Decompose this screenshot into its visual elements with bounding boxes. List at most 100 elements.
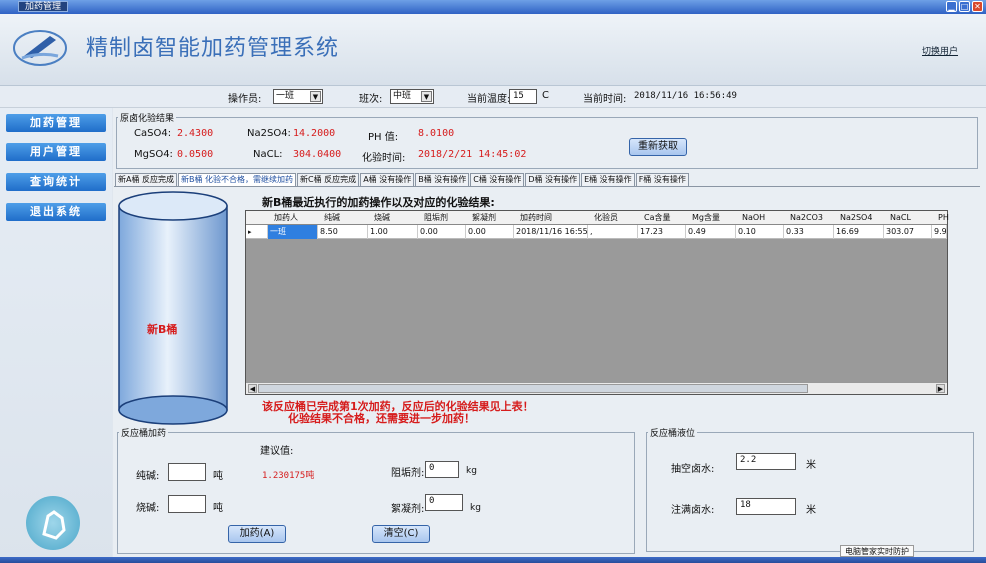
status-message-line2: 化验结果不合格，还需要进一步加药！ [288, 412, 475, 425]
col-header: Na2SO4 [840, 213, 873, 222]
col-header: 絮凝剂 [472, 213, 496, 222]
caustic-label: 烧碱: [136, 503, 160, 514]
maximize-icon[interactable]: □ [959, 1, 970, 12]
fill-unit: 米 [806, 505, 816, 516]
caso4-value: 2.4300 [177, 128, 214, 139]
col-header: 烧碱 [374, 213, 390, 222]
col-header: 化验员 [594, 213, 618, 222]
table-cell[interactable]: 一班 [268, 225, 318, 239]
scrollbar-thumb[interactable] [258, 384, 808, 393]
scroll-right-icon[interactable]: ▶ [936, 384, 945, 393]
switch-user-link[interactable]: 切换用户 [922, 44, 958, 57]
fill-input[interactable]: 18 [736, 498, 796, 515]
floc-input[interactable]: 0 [425, 494, 463, 511]
table-cell[interactable]: 16.69 [834, 225, 884, 239]
window-titlebar: 加药管理 ▁ □ ✕ [0, 0, 986, 14]
table-cell[interactable]: 0.00 [418, 225, 466, 239]
dropdown-arrow-icon: ▼ [421, 91, 432, 102]
tab-new-c[interactable]: 新C桶 反应完成 [297, 173, 360, 186]
tab-b[interactable]: B桶 没有操作 [415, 173, 470, 186]
tank-level-legend: 反应桶液位 [648, 426, 698, 439]
avatar [26, 496, 80, 550]
tab-d[interactable]: D桶 没有操作 [525, 173, 581, 186]
ph-value: 8.0100 [418, 128, 455, 139]
grid-horizontal-scrollbar[interactable]: ◀ ▶ [246, 382, 947, 394]
refresh-button[interactable]: 重新获取 [629, 138, 687, 156]
tab-new-a[interactable]: 新A桶 反应完成 [115, 173, 178, 186]
results-grid[interactable]: 加药人 纯碱 烧碱 阻垢剂 絮凝剂 加药时间 化验员 Ca含量 Mg含量 NaO… [245, 210, 949, 395]
caustic-input[interactable] [168, 495, 206, 513]
table-cell[interactable]: 2018/11/16 16:55 [514, 225, 588, 239]
current-time-value: 2018/11/16 16:56:49 [634, 91, 737, 101]
table-cell[interactable]: 1.00 [368, 225, 418, 239]
antiscale-input[interactable]: 0 [425, 461, 459, 478]
table-cell[interactable]: 17.23 [638, 225, 686, 239]
antiscale-label: 阻垢剂: [391, 468, 425, 479]
table-cell[interactable]: 0.00 [466, 225, 514, 239]
app-header: 精制卤智能加药管理系统 切换用户 [0, 14, 986, 86]
mgso4-value: 0.0500 [177, 149, 214, 160]
table-cell[interactable]: 0.49 [686, 225, 736, 239]
logo-icon [13, 30, 67, 66]
table-cell[interactable]: 0.33 [784, 225, 834, 239]
col-header: 纯碱 [324, 213, 340, 222]
dose-button[interactable]: 加药(A) [228, 525, 286, 543]
window-title: 加药管理 [18, 1, 69, 12]
clear-button[interactable]: 清空(C) [372, 525, 430, 543]
shift-select[interactable]: 中班 ▼ [390, 89, 434, 104]
nav-dosing-management[interactable]: 加药管理 [6, 114, 106, 132]
taskbar [0, 557, 986, 563]
tab-c[interactable]: C桶 没有操作 [470, 173, 525, 186]
soda-input[interactable] [168, 463, 206, 481]
soda-unit: 吨 [213, 471, 223, 482]
operator-label: 操作员: [228, 94, 262, 105]
soda-label: 纯碱: [136, 471, 160, 482]
col-header: 阻垢剂 [424, 213, 448, 222]
grid-title: 新B桶最近执行的加药操作以及对应的化验结果: [262, 196, 495, 209]
col-header: 加药时间 [520, 213, 552, 222]
nav-exit-system[interactable]: 退出系统 [6, 203, 106, 221]
table-cell[interactable]: 303.07 [884, 225, 932, 239]
pump-empty-input[interactable]: 2.2 [736, 453, 796, 470]
tab-e[interactable]: E桶 没有操作 [581, 173, 635, 186]
temperature-unit: C [542, 90, 549, 101]
col-header: PH [938, 213, 949, 222]
floc-label: 絮凝剂: [391, 504, 425, 515]
tab-divider [114, 186, 980, 187]
app-title: 精制卤智能加药管理系统 [86, 36, 340, 61]
shift-label: 班次: [359, 94, 383, 105]
suggest-value: 1.230175吨 [262, 471, 315, 481]
nav-query-statistics[interactable]: 查询统计 [6, 173, 106, 191]
caso4-label: CaSO4: [134, 128, 172, 139]
table-row[interactable]: ▸ 一班 8.50 1.00 0.00 0.00 2018/11/16 16:5… [246, 225, 947, 239]
table-cell[interactable]: , [588, 225, 638, 239]
temperature-input[interactable]: 15 [509, 89, 537, 104]
tank-cylinder-icon [118, 191, 228, 425]
col-header: Na2CO3 [790, 213, 823, 222]
scroll-left-icon[interactable]: ◀ [248, 384, 257, 393]
test-time-value: 2018/2/21 14:45:02 [418, 149, 527, 160]
close-icon[interactable]: ✕ [972, 1, 983, 12]
operator-bar: 操作员: 一班 ▼ 班次: 中班 ▼ 当前温度: 15 C 当前时间: 2018… [0, 86, 986, 108]
test-time-label: 化验时间: [362, 153, 406, 164]
tab-a[interactable]: A桶 没有操作 [360, 173, 415, 186]
tooltip: 电脑管家实时防护 [840, 545, 914, 557]
na2so4-value: 14.2000 [293, 128, 336, 139]
minimize-icon[interactable]: ▁ [946, 1, 957, 12]
antiscale-unit: kg [466, 466, 477, 476]
dropdown-arrow-icon: ▼ [310, 91, 321, 102]
raw-result-legend: 原卤化验结果 [118, 111, 177, 124]
shift-value: 中班 [393, 91, 412, 101]
nav-user-management[interactable]: 用户管理 [6, 143, 106, 161]
tab-f[interactable]: F桶 没有操作 [635, 173, 689, 186]
table-cell[interactable]: 0.10 [736, 225, 784, 239]
tank-tab-bar: 新A桶 反应完成 新B桶 化验不合格，需继续加药 新C桶 反应完成 A桶 没有操作 B桶… [115, 173, 690, 186]
table-cell[interactable]: 9.9 [932, 225, 947, 239]
table-cell[interactable]: 8.50 [318, 225, 368, 239]
operator-select[interactable]: 一班 ▼ [273, 89, 323, 104]
sidebar: 加药管理 用户管理 查询统计 退出系统 [0, 108, 112, 563]
mgso4-label: MgSO4: [134, 149, 173, 160]
col-header: NaCL [890, 213, 911, 222]
tab-new-b[interactable]: 新B桶 化验不合格，需继续加药 [178, 173, 297, 186]
temperature-label: 当前温度: [467, 94, 511, 105]
